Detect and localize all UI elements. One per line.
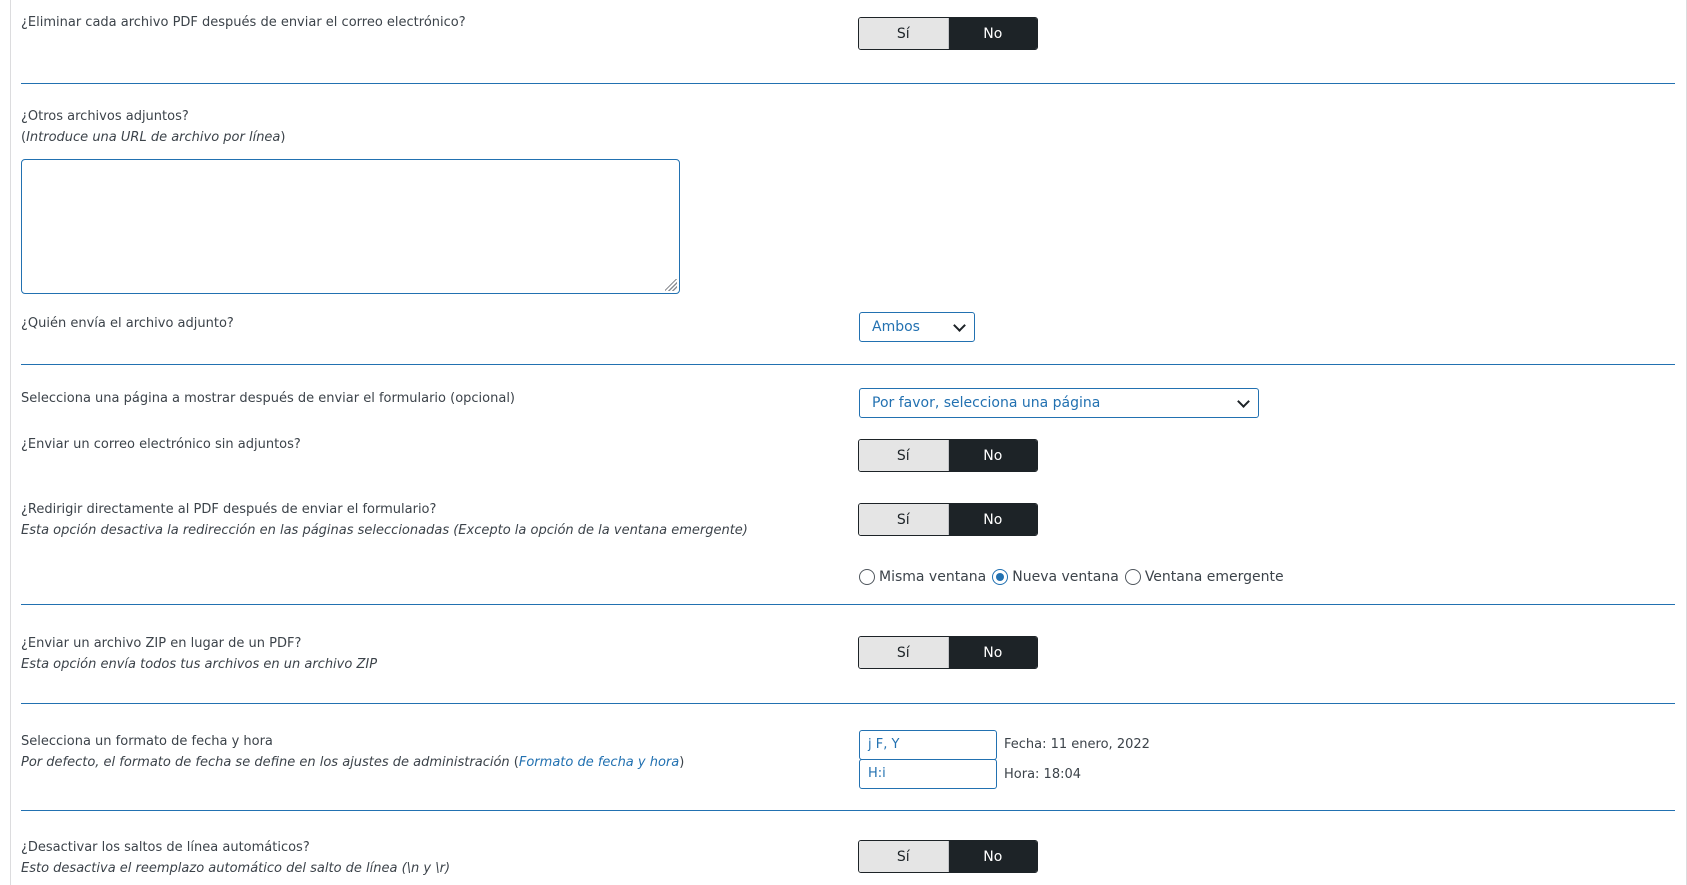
- no-attachments-toggle: Sí No: [858, 439, 1038, 472]
- date-format-input[interactable]: j F, Y: [859, 730, 997, 760]
- datetime-hint-text: Por defecto, el formato de fecha se defi…: [21, 755, 510, 770]
- radio-popup-window-label: Ventana emergente: [1144, 569, 1284, 585]
- datetime-hint: Por defecto, el formato de fecha se defi…: [21, 755, 685, 770]
- redirect-pdf-no-button[interactable]: No: [948, 504, 1037, 535]
- redirect-page-select[interactable]: Por favor, selecciona una página: [859, 388, 1259, 418]
- radio-new-window[interactable]: Nueva ventana: [992, 569, 1119, 585]
- radio-new-window-label: Nueva ventana: [1012, 569, 1119, 585]
- line-breaks-hint: Esto desactiva el reemplazo automático d…: [21, 861, 451, 876]
- zip-yes-button[interactable]: Sí: [859, 637, 949, 668]
- other-attachments-hint: (Introduce una URL de archivo por línea): [21, 130, 285, 146]
- line-breaks-yes-button[interactable]: Sí: [859, 841, 949, 872]
- radio-same-window[interactable]: Misma ventana: [859, 569, 986, 585]
- radio-popup-window[interactable]: Ventana emergente: [1124, 569, 1284, 585]
- section-divider: [21, 810, 1675, 811]
- hint-close-paren: ): [280, 130, 286, 145]
- radio-checked-icon[interactable]: [992, 569, 1009, 585]
- other-attachments-textarea[interactable]: [21, 159, 680, 294]
- zip-label: ¿Enviar un archivo ZIP en lugar de un PD…: [21, 636, 302, 651]
- delete-pdf-toggle: Sí No: [858, 17, 1038, 50]
- chevron-down-icon: [953, 319, 966, 332]
- redirect-page-label: Selecciona una página a mostrar después …: [21, 391, 516, 406]
- redirect-pdf-hint: Esta opción desactiva la redirección en …: [21, 523, 748, 538]
- redirect-pdf-label: ¿Redirigir directamente al PDF después d…: [21, 502, 437, 517]
- sender-selected-value: Ambos: [872, 319, 920, 335]
- line-breaks-toggle: Sí No: [858, 840, 1038, 873]
- delete-pdf-no-button[interactable]: No: [948, 18, 1037, 49]
- redirect-page-selected-value: Por favor, selecciona una página: [872, 395, 1101, 411]
- no-attachments-label: ¿Enviar un correo electrónico sin adjunt…: [21, 437, 301, 452]
- time-preview: Hora: 18:04: [1004, 767, 1082, 782]
- zip-no-button[interactable]: No: [948, 637, 1037, 668]
- other-attachments-hint-text: Introduce una URL de archivo por línea: [26, 130, 281, 145]
- time-format-input[interactable]: H:i: [859, 759, 997, 789]
- delete-pdf-label: ¿Eliminar cada archivo PDF después de en…: [21, 15, 466, 30]
- other-attachments-label: ¿Otros archivos adjuntos?: [21, 109, 189, 124]
- panel-left-border: [10, 0, 11, 885]
- datetime-format-link[interactable]: Formato de fecha y hora: [519, 755, 679, 770]
- datetime-label: Selecciona un formato de fecha y hora: [21, 734, 273, 749]
- sender-select[interactable]: Ambos: [859, 312, 975, 342]
- no-attachments-no-button[interactable]: No: [948, 440, 1037, 471]
- chevron-down-icon: [1237, 395, 1250, 408]
- no-attachments-yes-button[interactable]: Sí: [859, 440, 949, 471]
- date-preview: Fecha: 11 enero, 2022: [1004, 737, 1150, 752]
- radio-icon[interactable]: [1124, 569, 1141, 585]
- line-breaks-label: ¿Desactivar los saltos de línea automáti…: [21, 840, 310, 855]
- line-breaks-no-button[interactable]: No: [948, 841, 1037, 872]
- settings-panel: ¿Eliminar cada archivo PDF después de en…: [0, 0, 1687, 885]
- section-divider: [21, 83, 1675, 84]
- delete-pdf-yes-button[interactable]: Sí: [859, 18, 949, 49]
- section-divider: [21, 364, 1675, 365]
- radio-icon[interactable]: [859, 569, 875, 585]
- redirect-pdf-yes-button[interactable]: Sí: [859, 504, 949, 535]
- redirect-window-radio-group: Misma ventana Nueva ventana Ventana emer…: [859, 569, 1290, 585]
- zip-toggle: Sí No: [858, 636, 1038, 669]
- zip-hint: Esta opción envía todos tus archivos en …: [21, 657, 378, 672]
- redirect-pdf-toggle: Sí No: [858, 503, 1038, 536]
- section-divider: [21, 703, 1675, 704]
- sender-label: ¿Quién envía el archivo adjunto?: [21, 316, 234, 331]
- section-divider: [21, 604, 1675, 605]
- radio-same-window-label: Misma ventana: [879, 569, 987, 585]
- resize-grip-icon[interactable]: [665, 279, 677, 291]
